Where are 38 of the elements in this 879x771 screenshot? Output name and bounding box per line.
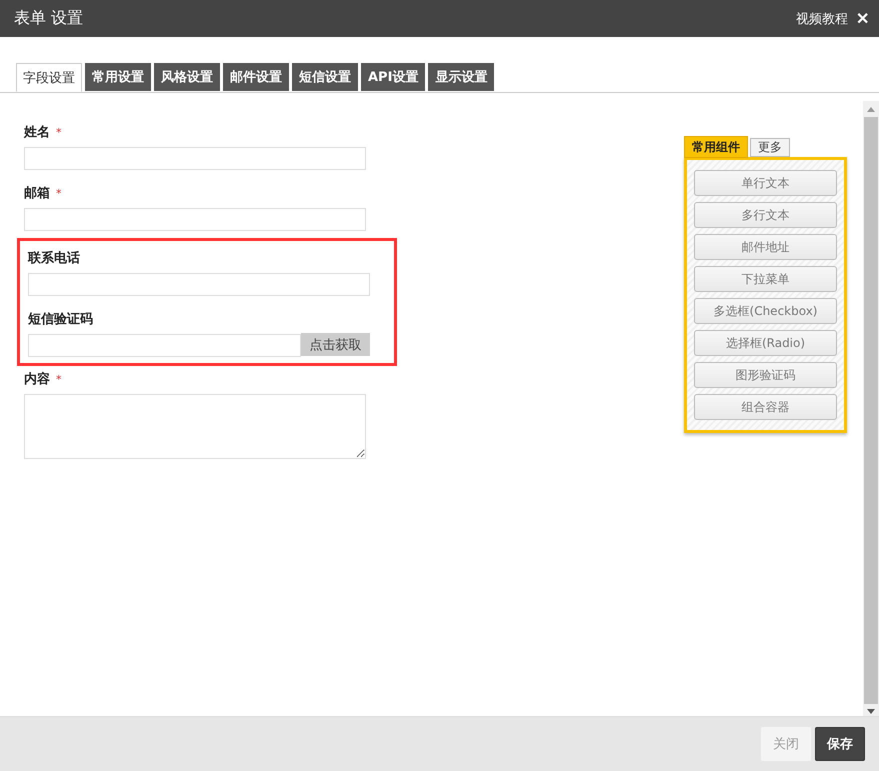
field-label: 短信验证码 (28, 311, 93, 328)
component-button[interactable]: 多行文本 (694, 202, 837, 228)
video-tutorial-link[interactable]: 视频教程 (796, 10, 848, 28)
tab[interactable]: API设置 (361, 63, 426, 91)
component-button[interactable]: 多选框(Checkbox) (694, 298, 837, 324)
window-title: 表单 设置 (14, 8, 84, 29)
close-button[interactable]: ✕ (854, 8, 871, 28)
required-mark: * (56, 372, 62, 386)
input-field[interactable] (24, 147, 366, 170)
get-code-button[interactable]: 点击获取 (301, 333, 370, 356)
palette-tab[interactable]: 常用组件 (684, 136, 748, 158)
scroll-up-icon[interactable] (867, 107, 875, 112)
tab[interactable]: 邮件设置 (223, 63, 289, 91)
required-mark: * (56, 126, 62, 138)
component-button[interactable]: 下拉菜单 (694, 266, 837, 292)
tab[interactable]: 常用设置 (85, 63, 151, 91)
input-field[interactable] (28, 334, 301, 357)
tab[interactable]: 字段设置 (16, 63, 82, 92)
component-button[interactable]: 选择框(Radio) (694, 330, 837, 356)
field-label: 联系电话 (28, 250, 80, 267)
save-button[interactable]: 保存 (815, 727, 865, 761)
component-button[interactable]: 单行文本 (694, 170, 837, 196)
component-button[interactable]: 组合容器 (694, 394, 837, 420)
textarea-field[interactable] (24, 394, 366, 459)
scroll-down-icon[interactable] (867, 709, 875, 714)
field-label: 邮箱 (24, 185, 50, 202)
field-label: 内容 (24, 370, 50, 388)
input-field[interactable] (24, 208, 366, 231)
palette-tab[interactable]: 更多 (750, 138, 790, 157)
required-mark: * (56, 186, 62, 200)
component-button[interactable]: 图形验证码 (694, 362, 837, 388)
scrollbar[interactable] (863, 101, 879, 716)
tab[interactable]: 风格设置 (154, 63, 220, 91)
tab[interactable]: 显示设置 (428, 63, 494, 91)
input-field[interactable] (28, 273, 370, 296)
tab[interactable]: 短信设置 (292, 63, 358, 91)
field-label: 姓名 (24, 124, 50, 141)
component-button[interactable]: 邮件地址 (694, 234, 837, 260)
